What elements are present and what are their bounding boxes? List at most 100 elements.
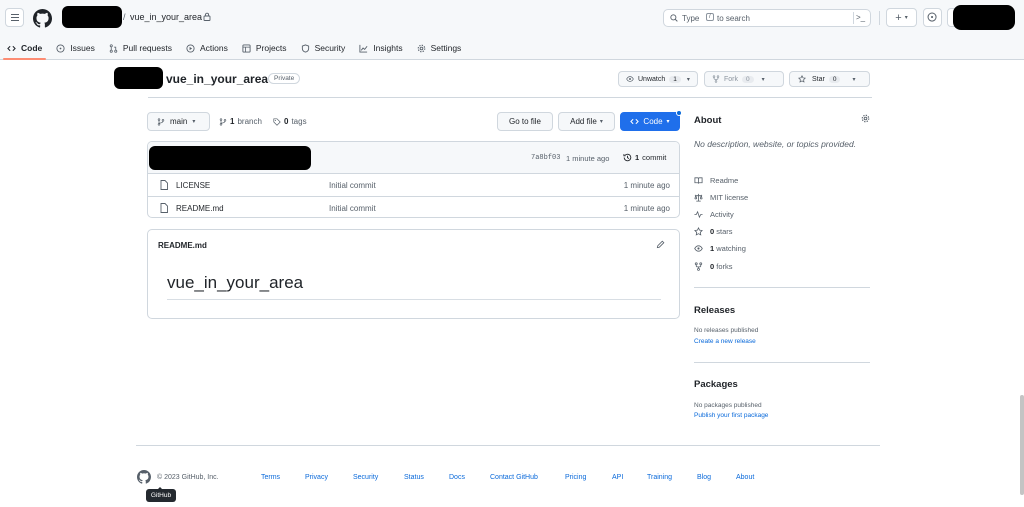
gear-icon xyxy=(417,44,425,52)
github-logo-icon[interactable] xyxy=(33,9,52,28)
stars-link[interactable]: 0 stars xyxy=(694,227,733,236)
star-count: 0 xyxy=(828,75,841,83)
tab-projects[interactable]: Projects xyxy=(235,36,294,60)
footer-link-api[interactable]: API xyxy=(612,474,623,481)
about-description: No description, website, or topics provi… xyxy=(694,139,857,149)
readme-link[interactable]: Readme xyxy=(694,176,738,185)
footer-link-pricing[interactable]: Pricing xyxy=(565,474,586,481)
footer-link-security[interactable]: Security xyxy=(353,474,378,481)
tab-pull-requests[interactable]: Pull requests xyxy=(102,36,179,60)
play-icon xyxy=(186,43,195,53)
create-release-link[interactable]: Create a new release xyxy=(694,338,756,345)
git-branch-icon xyxy=(157,117,165,126)
chevron-down-icon: ▾ xyxy=(852,76,856,83)
commits-label: commit xyxy=(642,153,667,162)
owner-name-redacted[interactable] xyxy=(62,6,122,28)
footer-link-about[interactable]: About xyxy=(736,474,754,481)
branches-link[interactable]: 1 branch xyxy=(219,117,262,126)
visibility-badge: Private xyxy=(268,73,301,84)
star-button[interactable]: Star 0 ▾ xyxy=(789,71,870,87)
menu-button[interactable] xyxy=(5,8,24,27)
activity-link[interactable]: Activity xyxy=(694,210,734,219)
tab-actions[interactable]: Actions xyxy=(179,36,235,60)
file-commit-message[interactable]: Initial commit xyxy=(329,181,376,190)
page-scrollbar[interactable] xyxy=(1020,395,1024,495)
table-row[interactable]: README.md Initial commit 1 minute ago xyxy=(148,197,679,217)
footer-link-contact[interactable]: Contact GitHub xyxy=(490,474,538,481)
file-name-link[interactable]: LICENSE xyxy=(176,181,210,190)
gear-icon[interactable] xyxy=(861,114,870,123)
branches-label: branch xyxy=(237,117,262,126)
stars-label: stars xyxy=(716,227,733,236)
publish-package-link[interactable]: Publish your first package xyxy=(694,412,768,419)
footer-link-terms[interactable]: Terms xyxy=(261,474,280,481)
code-icon xyxy=(7,45,16,51)
repo-title[interactable]: vue_in_your_area xyxy=(166,72,268,86)
add-file-button[interactable]: Add file ▾ xyxy=(558,112,615,131)
fork-label: Fork xyxy=(724,75,738,83)
go-to-file-button[interactable]: Go to file xyxy=(497,112,553,131)
tab-settings[interactable]: Settings xyxy=(410,36,469,60)
license-link-label: MIT license xyxy=(710,193,749,202)
command-palette-icon[interactable]: >_ xyxy=(853,12,867,24)
forks-link[interactable]: 0 forks xyxy=(694,262,733,271)
file-commit-message[interactable]: Initial commit xyxy=(329,204,376,213)
footer-link-status[interactable]: Status xyxy=(404,474,424,481)
book-icon xyxy=(694,177,703,184)
history-icon xyxy=(623,153,632,162)
forks-count: 0 xyxy=(710,262,715,271)
tab-code[interactable]: Code xyxy=(0,36,49,60)
github-logo-icon[interactable] xyxy=(137,470,151,484)
latest-commit-bar: 7a8bf03 1 minute ago 1 commit xyxy=(148,142,679,174)
footer-link-privacy[interactable]: Privacy xyxy=(305,474,328,481)
search-input[interactable]: Type / to search >_ xyxy=(663,9,871,27)
branch-select-button[interactable]: main ▾ xyxy=(147,112,210,131)
tab-label: Pull requests xyxy=(122,43,172,53)
releases-empty-text: No releases published xyxy=(694,327,759,334)
commit-time: 1 minute ago xyxy=(566,154,610,163)
tab-issues[interactable]: Issues xyxy=(49,36,102,60)
footer-link-training[interactable]: Training xyxy=(647,474,672,481)
readme-link-label: Readme xyxy=(710,176,739,185)
packages-empty-text: No packages published xyxy=(694,402,762,409)
tab-label: Issues xyxy=(70,43,95,53)
tab-security[interactable]: Security xyxy=(294,36,353,60)
table-row[interactable]: LICENSE Initial commit 1 minute ago xyxy=(148,174,679,196)
title-divider xyxy=(148,97,872,98)
create-new-button[interactable]: + ▾ xyxy=(886,8,917,27)
commits-history-link[interactable]: 1 commit xyxy=(623,153,666,162)
your-issues-button[interactable] xyxy=(923,8,942,27)
commit-author-redacted[interactable] xyxy=(149,146,311,170)
repo-owner-avatar-redacted[interactable] xyxy=(114,67,163,89)
pencil-icon[interactable] xyxy=(656,240,665,249)
file-name-link[interactable]: README.md xyxy=(176,204,224,213)
footer-link-blog[interactable]: Blog xyxy=(697,474,711,481)
github-tooltip: GitHub xyxy=(146,487,176,502)
search-shortcut-key: / xyxy=(706,13,714,21)
file-icon xyxy=(160,180,168,190)
unwatch-button[interactable]: Unwatch 1 ▾ xyxy=(618,71,698,87)
license-link[interactable]: MIT license xyxy=(694,193,748,202)
repo-nav-tabs: Code Issues Pull requests Actions Projec… xyxy=(0,36,468,60)
forks-label: forks xyxy=(716,262,733,271)
breadcrumb-repo-link[interactable]: vue_in_your_area xyxy=(130,12,202,22)
plus-icon: + xyxy=(895,11,902,24)
packages-heading[interactable]: Packages xyxy=(694,379,738,390)
file-commit-time: 1 minute ago xyxy=(623,181,670,190)
repo-forked-icon xyxy=(694,262,703,271)
tab-label: Actions xyxy=(199,43,228,53)
code-dropdown-button[interactable]: Code ▾ xyxy=(620,110,682,131)
releases-heading[interactable]: Releases xyxy=(694,305,735,316)
fork-button[interactable]: Fork 0 ▾ xyxy=(704,71,784,87)
tab-label: Projects xyxy=(255,43,287,53)
tags-link[interactable]: 0 tags xyxy=(273,117,307,126)
footer-link-docs[interactable]: Docs xyxy=(449,474,465,481)
commit-sha-link[interactable]: 7a8bf03 xyxy=(531,154,560,162)
watchers-link[interactable]: 1 watching xyxy=(694,244,746,253)
tab-insights[interactable]: Insights xyxy=(352,36,409,60)
tab-label: Code xyxy=(21,43,43,53)
code-icon xyxy=(630,118,640,125)
user-avatar-redacted[interactable] xyxy=(953,5,1015,30)
git-pull-request-icon xyxy=(109,43,118,53)
readme-filename[interactable]: README.md xyxy=(158,241,207,250)
